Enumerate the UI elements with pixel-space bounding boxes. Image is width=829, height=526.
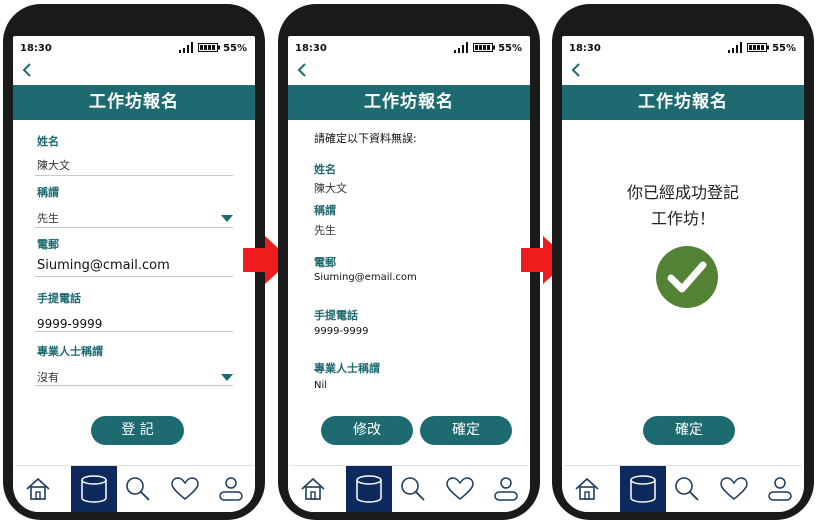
signal-icon — [728, 42, 742, 53]
status-time: 18:30 — [295, 43, 327, 54]
nav-favorites[interactable] — [437, 466, 483, 512]
confirm-intro: 請確定以下資料無誤: — [314, 132, 417, 145]
database-icon — [81, 475, 107, 503]
phone-value: 9999-9999 — [314, 326, 369, 337]
user-icon — [494, 477, 518, 501]
dropdown-arrow-icon[interactable] — [221, 215, 233, 222]
page-title: 工作坊報名 — [562, 85, 804, 120]
checkmark-icon — [656, 246, 718, 308]
back-chevron-icon[interactable] — [21, 63, 35, 77]
title-select[interactable]: 先生 — [37, 210, 59, 226]
back-chevron-icon[interactable] — [570, 63, 584, 77]
nav-database[interactable] — [620, 466, 666, 512]
phone-success: 18:30 55% 工作坊報名 你已經成功登記 工作坊！ 確定 — [552, 4, 814, 520]
database-icon — [630, 475, 656, 503]
email-underline — [35, 276, 233, 277]
database-icon — [356, 475, 382, 503]
phone-underline — [35, 331, 233, 332]
battery-icon — [747, 43, 769, 52]
nav-database[interactable] — [346, 466, 392, 512]
screen-confirm: 18:30 55% 工作坊報名 請確定以下資料無誤: 姓名 陳大文 稱謂 先生 … — [288, 36, 530, 512]
search-icon — [675, 477, 699, 501]
email-value: Siuming@email.com — [314, 272, 417, 283]
phone-confirm: 18:30 55% 工作坊報名 請確定以下資料無誤: 姓名 陳大文 稱謂 先生 … — [278, 4, 540, 520]
success-line-2: 工作坊！ — [650, 209, 715, 228]
nav-home[interactable] — [290, 466, 336, 512]
phone-label: 手提電話 — [314, 309, 358, 322]
home-icon — [26, 477, 50, 500]
status-bar: 18:30 55% — [562, 36, 804, 62]
name-label: 姓名 — [314, 163, 336, 176]
home-icon — [575, 477, 599, 500]
nav-profile[interactable] — [208, 466, 254, 512]
home-icon — [301, 477, 325, 500]
edit-button[interactable]: 修改 — [321, 416, 413, 445]
nav-favorites[interactable] — [711, 466, 757, 512]
back-chevron-icon[interactable] — [296, 63, 310, 77]
nav-home[interactable] — [15, 466, 61, 512]
battery-percent: 55% — [223, 43, 247, 54]
email-label: 電郵 — [314, 256, 336, 269]
prof-label: 專業人士稱謂 — [314, 362, 380, 375]
name-underline — [35, 175, 233, 176]
register-button[interactable]: 登 記 — [91, 416, 184, 445]
screen-form: 18:30 55% 工作坊報名 姓名 陳大文 稱謂 先生 電郵 Siuming@… — [13, 36, 255, 512]
nav-search[interactable] — [664, 466, 710, 512]
nav-home[interactable] — [564, 466, 610, 512]
search-icon — [401, 477, 425, 501]
search-icon — [126, 477, 150, 501]
nav-search[interactable] — [115, 466, 161, 512]
heart-icon — [171, 477, 199, 500]
success-message: 你已經成功登記 工作坊！ — [562, 179, 804, 229]
bottom-nav — [290, 465, 528, 512]
prof-underline — [35, 385, 233, 386]
page-title: 工作坊報名 — [288, 85, 530, 120]
prof-select[interactable]: 沒有 — [37, 369, 59, 385]
success-line-1: 你已經成功登記 — [626, 183, 739, 202]
battery-percent: 55% — [498, 43, 522, 54]
title-underline — [35, 227, 233, 228]
title-label: 稱謂 — [314, 204, 336, 217]
bottom-nav — [564, 465, 802, 512]
prof-value: Nil — [314, 380, 328, 391]
battery-percent: 55% — [772, 43, 796, 54]
title-label: 稱謂 — [37, 186, 59, 199]
email-field[interactable]: Siuming@cmail.com — [37, 258, 170, 273]
battery-icon — [198, 43, 220, 52]
name-label: 姓名 — [37, 135, 59, 148]
phone-field[interactable]: 9999-9999 — [37, 317, 102, 331]
phone-form: 18:30 55% 工作坊報名 姓名 陳大文 稱謂 先生 電郵 Siuming@… — [3, 4, 265, 520]
heart-icon — [446, 477, 474, 500]
heart-icon — [720, 477, 748, 500]
status-time: 18:30 — [569, 43, 601, 54]
name-field[interactable]: 陳大文 — [37, 157, 70, 173]
user-icon — [768, 477, 792, 501]
signal-icon — [454, 42, 468, 53]
bottom-nav — [15, 465, 253, 512]
confirm-button[interactable]: 確定 — [643, 416, 735, 445]
status-bar: 18:30 55% — [288, 36, 530, 62]
battery-icon — [473, 43, 495, 52]
name-value: 陳大文 — [314, 182, 347, 195]
title-value: 先生 — [314, 224, 336, 237]
nav-database[interactable] — [71, 466, 117, 512]
nav-search[interactable] — [390, 466, 436, 512]
dropdown-arrow-icon[interactable] — [221, 374, 233, 381]
signal-icon — [179, 42, 193, 53]
confirm-button[interactable]: 確定 — [420, 416, 512, 445]
user-icon — [219, 477, 243, 501]
screen-success: 18:30 55% 工作坊報名 你已經成功登記 工作坊！ 確定 — [562, 36, 804, 512]
phone-label: 手提電話 — [37, 292, 81, 305]
prof-label: 專業人士稱謂 — [37, 345, 103, 358]
email-label: 電郵 — [37, 238, 59, 251]
status-time: 18:30 — [20, 43, 52, 54]
status-bar: 18:30 55% — [13, 36, 255, 62]
nav-favorites[interactable] — [162, 466, 208, 512]
nav-profile[interactable] — [483, 466, 529, 512]
nav-profile[interactable] — [757, 466, 803, 512]
page-title: 工作坊報名 — [13, 85, 255, 120]
